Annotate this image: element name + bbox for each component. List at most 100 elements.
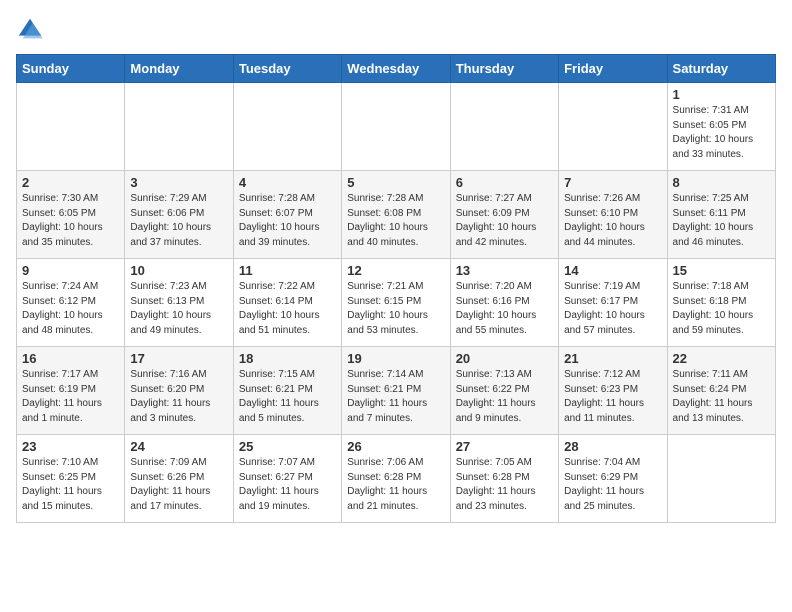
calendar-cell [667,435,775,523]
calendar-cell [342,83,450,171]
week-row-3: 9Sunrise: 7:24 AM Sunset: 6:12 PM Daylig… [17,259,776,347]
day-number: 27 [456,439,553,454]
calendar-cell: 23 Sunrise: 7:10 AM Sunset: 6:25 PM Dayli… [17,435,125,523]
weekday-sunday: Sunday [17,55,125,83]
day-info: Sunrise: 7:27 AM Sunset: 6:09 PM Dayligh… [456,192,553,250]
calendar-cell: 15 Sunrise: 7:18 AM Sunset: 6:18 PM Dayli… [667,259,775,347]
day-number: 17 [130,351,227,366]
calendar-cell: 1 Sunrise: 7:31 AM Sunset: 6:05 PM Daylig… [667,83,775,171]
day-number: 28 [564,439,661,454]
day-number: 1 [673,87,770,102]
calendar-cell: 18Sunrise: 7:15 AM Sunset: 6:21 PM Dayli… [233,347,341,435]
calendar-cell: 25 Sunrise: 7:07 AM Sunset: 6:27 PM Dayli… [233,435,341,523]
calendar-cell: 20 Sunrise: 7:13 AM Sunset: 6:22 PM Dayli… [450,347,558,435]
calendar-cell: 5 Sunrise: 7:28 AM Sunset: 6:08 PM Daylig… [342,171,450,259]
day-number: 23 [22,439,119,454]
calendar-cell: 3 Sunrise: 7:29 AM Sunset: 6:06 PM Daylig… [125,171,233,259]
day-info: Sunrise: 7:16 AM Sunset: 6:20 PM Dayligh… [130,368,227,426]
weekday-thursday: Thursday [450,55,558,83]
day-number: 8 [673,175,770,190]
day-info: Sunrise: 7:11 AM Sunset: 6:24 PM Dayligh… [673,368,770,426]
calendar-cell: 19 Sunrise: 7:14 AM Sunset: 6:21 PM Dayli… [342,347,450,435]
calendar-cell [17,83,125,171]
calendar-cell: 16Sunrise: 7:17 AM Sunset: 6:19 PM Dayli… [17,347,125,435]
day-number: 26 [347,439,444,454]
day-number: 24 [130,439,227,454]
day-info: Sunrise: 7:22 AM Sunset: 6:14 PM Dayligh… [239,280,336,338]
calendar-cell: 22 Sunrise: 7:11 AM Sunset: 6:24 PM Dayli… [667,347,775,435]
day-number: 21 [564,351,661,366]
day-number: 5 [347,175,444,190]
calendar-cell [450,83,558,171]
day-info: Sunrise: 7:28 AM Sunset: 6:08 PM Dayligh… [347,192,444,250]
calendar-cell: 14Sunrise: 7:19 AM Sunset: 6:17 PM Dayli… [559,259,667,347]
day-info: Sunrise: 7:23 AM Sunset: 6:13 PM Dayligh… [130,280,227,338]
day-number: 7 [564,175,661,190]
day-number: 6 [456,175,553,190]
day-number: 11 [239,263,336,278]
weekday-tuesday: Tuesday [233,55,341,83]
day-info: Sunrise: 7:04 AM Sunset: 6:29 PM Dayligh… [564,456,661,514]
day-info: Sunrise: 7:13 AM Sunset: 6:22 PM Dayligh… [456,368,553,426]
day-number: 25 [239,439,336,454]
day-info: Sunrise: 7:29 AM Sunset: 6:06 PM Dayligh… [130,192,227,250]
calendar-cell: 13 Sunrise: 7:20 AM Sunset: 6:16 PM Dayli… [450,259,558,347]
calendar-cell: 2Sunrise: 7:30 AM Sunset: 6:05 PM Daylig… [17,171,125,259]
week-row-5: 23 Sunrise: 7:10 AM Sunset: 6:25 PM Dayli… [17,435,776,523]
day-info: Sunrise: 7:14 AM Sunset: 6:21 PM Dayligh… [347,368,444,426]
calendar-cell: 10 Sunrise: 7:23 AM Sunset: 6:13 PM Dayli… [125,259,233,347]
weekday-header-row: SundayMondayTuesdayWednesdayThursdayFrid… [17,55,776,83]
calendar-cell: 28 Sunrise: 7:04 AM Sunset: 6:29 PM Dayli… [559,435,667,523]
calendar-cell: 7 Sunrise: 7:26 AM Sunset: 6:10 PM Daylig… [559,171,667,259]
logo-icon [16,16,44,44]
day-info: Sunrise: 7:18 AM Sunset: 6:18 PM Dayligh… [673,280,770,338]
day-number: 20 [456,351,553,366]
calendar-cell: 21 Sunrise: 7:12 AM Sunset: 6:23 PM Dayli… [559,347,667,435]
calendar-cell: 9Sunrise: 7:24 AM Sunset: 6:12 PM Daylig… [17,259,125,347]
day-number: 10 [130,263,227,278]
day-number: 9 [22,263,119,278]
day-info: Sunrise: 7:12 AM Sunset: 6:23 PM Dayligh… [564,368,661,426]
day-number: 12 [347,263,444,278]
weekday-wednesday: Wednesday [342,55,450,83]
week-row-2: 2Sunrise: 7:30 AM Sunset: 6:05 PM Daylig… [17,171,776,259]
day-info: Sunrise: 7:26 AM Sunset: 6:10 PM Dayligh… [564,192,661,250]
week-row-1: 1 Sunrise: 7:31 AM Sunset: 6:05 PM Daylig… [17,83,776,171]
calendar-cell [559,83,667,171]
calendar-cell [125,83,233,171]
weekday-friday: Friday [559,55,667,83]
calendar-cell: 6 Sunrise: 7:27 AM Sunset: 6:09 PM Daylig… [450,171,558,259]
day-number: 22 [673,351,770,366]
day-number: 3 [130,175,227,190]
day-info: Sunrise: 7:06 AM Sunset: 6:28 PM Dayligh… [347,456,444,514]
day-number: 4 [239,175,336,190]
day-info: Sunrise: 7:25 AM Sunset: 6:11 PM Dayligh… [673,192,770,250]
day-info: Sunrise: 7:20 AM Sunset: 6:16 PM Dayligh… [456,280,553,338]
calendar-cell [233,83,341,171]
day-info: Sunrise: 7:07 AM Sunset: 6:27 PM Dayligh… [239,456,336,514]
day-number: 16 [22,351,119,366]
day-info: Sunrise: 7:30 AM Sunset: 6:05 PM Dayligh… [22,192,119,250]
calendar-cell: 27 Sunrise: 7:05 AM Sunset: 6:28 PM Dayli… [450,435,558,523]
day-info: Sunrise: 7:05 AM Sunset: 6:28 PM Dayligh… [456,456,553,514]
calendar-cell: 26 Sunrise: 7:06 AM Sunset: 6:28 PM Dayli… [342,435,450,523]
day-info: Sunrise: 7:31 AM Sunset: 6:05 PM Dayligh… [673,104,770,162]
day-number: 15 [673,263,770,278]
calendar-cell: 24 Sunrise: 7:09 AM Sunset: 6:26 PM Dayli… [125,435,233,523]
week-row-4: 16Sunrise: 7:17 AM Sunset: 6:19 PM Dayli… [17,347,776,435]
calendar-cell: 8 Sunrise: 7:25 AM Sunset: 6:11 PM Daylig… [667,171,775,259]
day-info: Sunrise: 7:28 AM Sunset: 6:07 PM Dayligh… [239,192,336,250]
calendar-cell: 4 Sunrise: 7:28 AM Sunset: 6:07 PM Daylig… [233,171,341,259]
day-number: 19 [347,351,444,366]
weekday-monday: Monday [125,55,233,83]
calendar-table: SundayMondayTuesdayWednesdayThursdayFrid… [16,54,776,523]
day-info: Sunrise: 7:21 AM Sunset: 6:15 PM Dayligh… [347,280,444,338]
weekday-saturday: Saturday [667,55,775,83]
calendar-cell: 12 Sunrise: 7:21 AM Sunset: 6:15 PM Dayli… [342,259,450,347]
day-number: 13 [456,263,553,278]
calendar-cell: 17 Sunrise: 7:16 AM Sunset: 6:20 PM Dayli… [125,347,233,435]
day-number: 18 [239,351,336,366]
day-info: Sunrise: 7:09 AM Sunset: 6:26 PM Dayligh… [130,456,227,514]
page-header [16,16,776,44]
day-info: Sunrise: 7:10 AM Sunset: 6:25 PM Dayligh… [22,456,119,514]
